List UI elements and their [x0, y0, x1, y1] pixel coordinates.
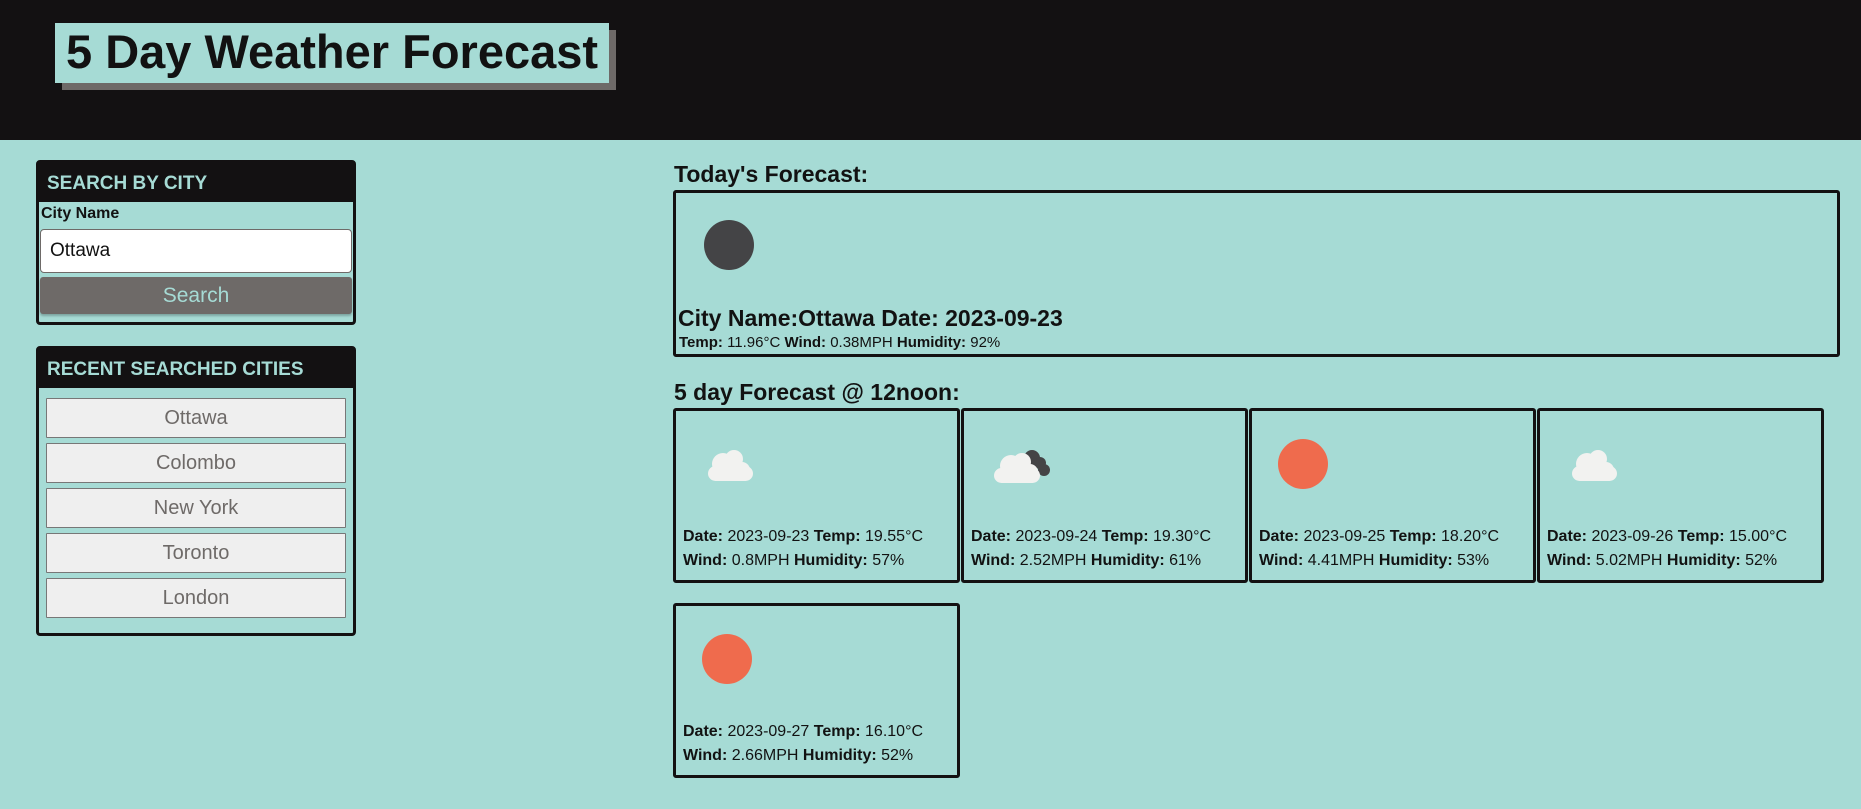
humidity-label: Humidity: [793, 552, 868, 569]
search-panel: SEARCH BY CITY City Name Search [36, 160, 356, 325]
page-header: 5 Day Weather Forecast [0, 0, 1861, 140]
humidity-label: Humidity: [1090, 552, 1165, 569]
date-value: 2023-09-23 [727, 528, 810, 545]
city-name-label: City Name [41, 205, 120, 222]
wind-label: Wind: [784, 334, 827, 351]
recent-city-list: Ottawa Colombo New York Toronto London [39, 388, 353, 618]
wind-label: Wind: [683, 747, 728, 764]
sun-icon [702, 634, 752, 684]
temp-value: 19.55°C [865, 528, 924, 545]
forecast-day-card: Date: 2023-09-26 Temp: 15.00°C Wind: 5.0… [1537, 408, 1824, 583]
recent-city-button[interactable]: Ottawa [46, 398, 346, 438]
humidity-label: Humidity: [1378, 552, 1453, 569]
sun-icon [1278, 439, 1328, 489]
forecast-line-1: Date: 2023-09-25 Temp: 18.20°C [1259, 525, 1499, 549]
wind-value: 5.02MPH [1595, 552, 1663, 569]
forecast-day-stats: Date: 2023-09-24 Temp: 19.30°C Wind: 2.5… [971, 525, 1211, 573]
date-value: 2023-09-24 [1015, 528, 1098, 545]
forecast-day-card: Date: 2023-09-23 Temp: 19.55°C Wind: 0.8… [673, 408, 960, 583]
cloud-icon [1572, 450, 1617, 481]
forecast-line-1: Date: 2023-09-26 Temp: 15.00°C [1547, 525, 1787, 549]
humidity-label: Humidity: [802, 747, 877, 764]
humidity-value: 52% [1745, 552, 1778, 569]
temp-value: 18.20°C [1441, 528, 1500, 545]
city-search-input[interactable] [40, 229, 352, 273]
forecast-line-2: Wind: 0.8MPH Humidity: 57% [683, 549, 923, 573]
temp-value: 19.30°C [1153, 528, 1212, 545]
todays-forecast-heading: Today's Forecast: [674, 161, 869, 187]
todays-forecast-card: City Name:Ottawa Date: 2023-09-23 Temp: … [673, 190, 1840, 357]
temp-label: Temp: [813, 723, 861, 740]
forecast-day-card: Date: 2023-09-27 Temp: 16.10°C Wind: 2.6… [673, 603, 960, 778]
temp-value: 15.00°C [1729, 528, 1788, 545]
forecast-day-stats: Date: 2023-09-23 Temp: 19.55°C Wind: 0.8… [683, 525, 923, 573]
forecast-line-1: Date: 2023-09-27 Temp: 16.10°C [683, 720, 923, 744]
humidity-value: 92% [970, 334, 1001, 351]
wind-value: 0.8MPH [731, 552, 790, 569]
temp-value: 16.10°C [865, 723, 924, 740]
date-label: Date: [1547, 528, 1588, 545]
date-label: Date: [1259, 528, 1300, 545]
date-value: 2023-09-25 [1303, 528, 1386, 545]
dark-sun-icon [704, 220, 754, 270]
today-stats: Temp: 11.96°C Wind: 0.38MPH Humidity: 92… [679, 334, 1000, 351]
forecast-day-stats: Date: 2023-09-25 Temp: 18.20°C Wind: 4.4… [1259, 525, 1499, 573]
forecast-line-2: Wind: 2.52MPH Humidity: 61% [971, 549, 1211, 573]
temp-label: Temp: [1389, 528, 1437, 545]
date-value: 2023-09-27 [727, 723, 810, 740]
date-label: Date: [971, 528, 1012, 545]
search-panel-heading: SEARCH BY CITY [39, 163, 353, 202]
humidity-value: 57% [872, 552, 905, 569]
wind-label: Wind: [683, 552, 728, 569]
wind-value: 4.41MPH [1307, 552, 1375, 569]
five-day-forecast-heading: 5 day Forecast @ 12noon: [674, 379, 960, 405]
temp-label: Temp: [813, 528, 861, 545]
recent-searches-heading: RECENT SEARCHED CITIES [39, 349, 353, 388]
recent-city-button[interactable]: London [46, 578, 346, 618]
forecast-line-2: Wind: 2.66MPH Humidity: 52% [683, 744, 923, 768]
wind-value: 0.38MPH [830, 334, 893, 351]
temp-label: Temp: [679, 334, 723, 351]
date-label: Date: [683, 723, 724, 740]
wind-label: Wind: [971, 552, 1016, 569]
wind-value: 2.66MPH [731, 747, 799, 764]
today-city-date: City Name:Ottawa Date: 2023-09-23 [678, 305, 1063, 331]
broken-clouds-icon [994, 450, 1050, 483]
humidity-value: 53% [1457, 552, 1490, 569]
date-value: 2023-09-26 [1591, 528, 1674, 545]
page-title: 5 Day Weather Forecast [55, 23, 610, 83]
date-label: Date: [683, 528, 724, 545]
forecast-day-card: Date: 2023-09-25 Temp: 18.20°C Wind: 4.4… [1249, 408, 1536, 583]
humidity-label: Humidity: [1666, 552, 1741, 569]
forecast-day-stats: Date: 2023-09-26 Temp: 15.00°C Wind: 5.0… [1547, 525, 1787, 573]
forecast-line-2: Wind: 5.02MPH Humidity: 52% [1547, 549, 1787, 573]
humidity-value: 61% [1169, 552, 1202, 569]
temp-label: Temp: [1677, 528, 1725, 545]
recent-city-button[interactable]: Colombo [46, 443, 346, 483]
recent-city-button[interactable]: New York [46, 488, 346, 528]
cloud-icon [708, 450, 753, 481]
humidity-value: 52% [881, 747, 914, 764]
recent-city-button[interactable]: Toronto [46, 533, 346, 573]
forecast-day-stats: Date: 2023-09-27 Temp: 16.10°C Wind: 2.6… [683, 720, 923, 768]
forecast-line-1: Date: 2023-09-24 Temp: 19.30°C [971, 525, 1211, 549]
wind-value: 2.52MPH [1019, 552, 1087, 569]
temp-label: Temp: [1101, 528, 1149, 545]
forecast-day-card: Date: 2023-09-24 Temp: 19.30°C Wind: 2.5… [961, 408, 1248, 583]
wind-label: Wind: [1547, 552, 1592, 569]
forecast-line-2: Wind: 4.41MPH Humidity: 53% [1259, 549, 1499, 573]
recent-searches-panel: RECENT SEARCHED CITIES Ottawa Colombo Ne… [36, 346, 356, 636]
wind-label: Wind: [1259, 552, 1304, 569]
search-button[interactable]: Search [40, 277, 352, 314]
forecast-line-1: Date: 2023-09-23 Temp: 19.55°C [683, 525, 923, 549]
temp-value: 11.96°C [727, 334, 781, 351]
humidity-label: Humidity: [896, 334, 967, 351]
